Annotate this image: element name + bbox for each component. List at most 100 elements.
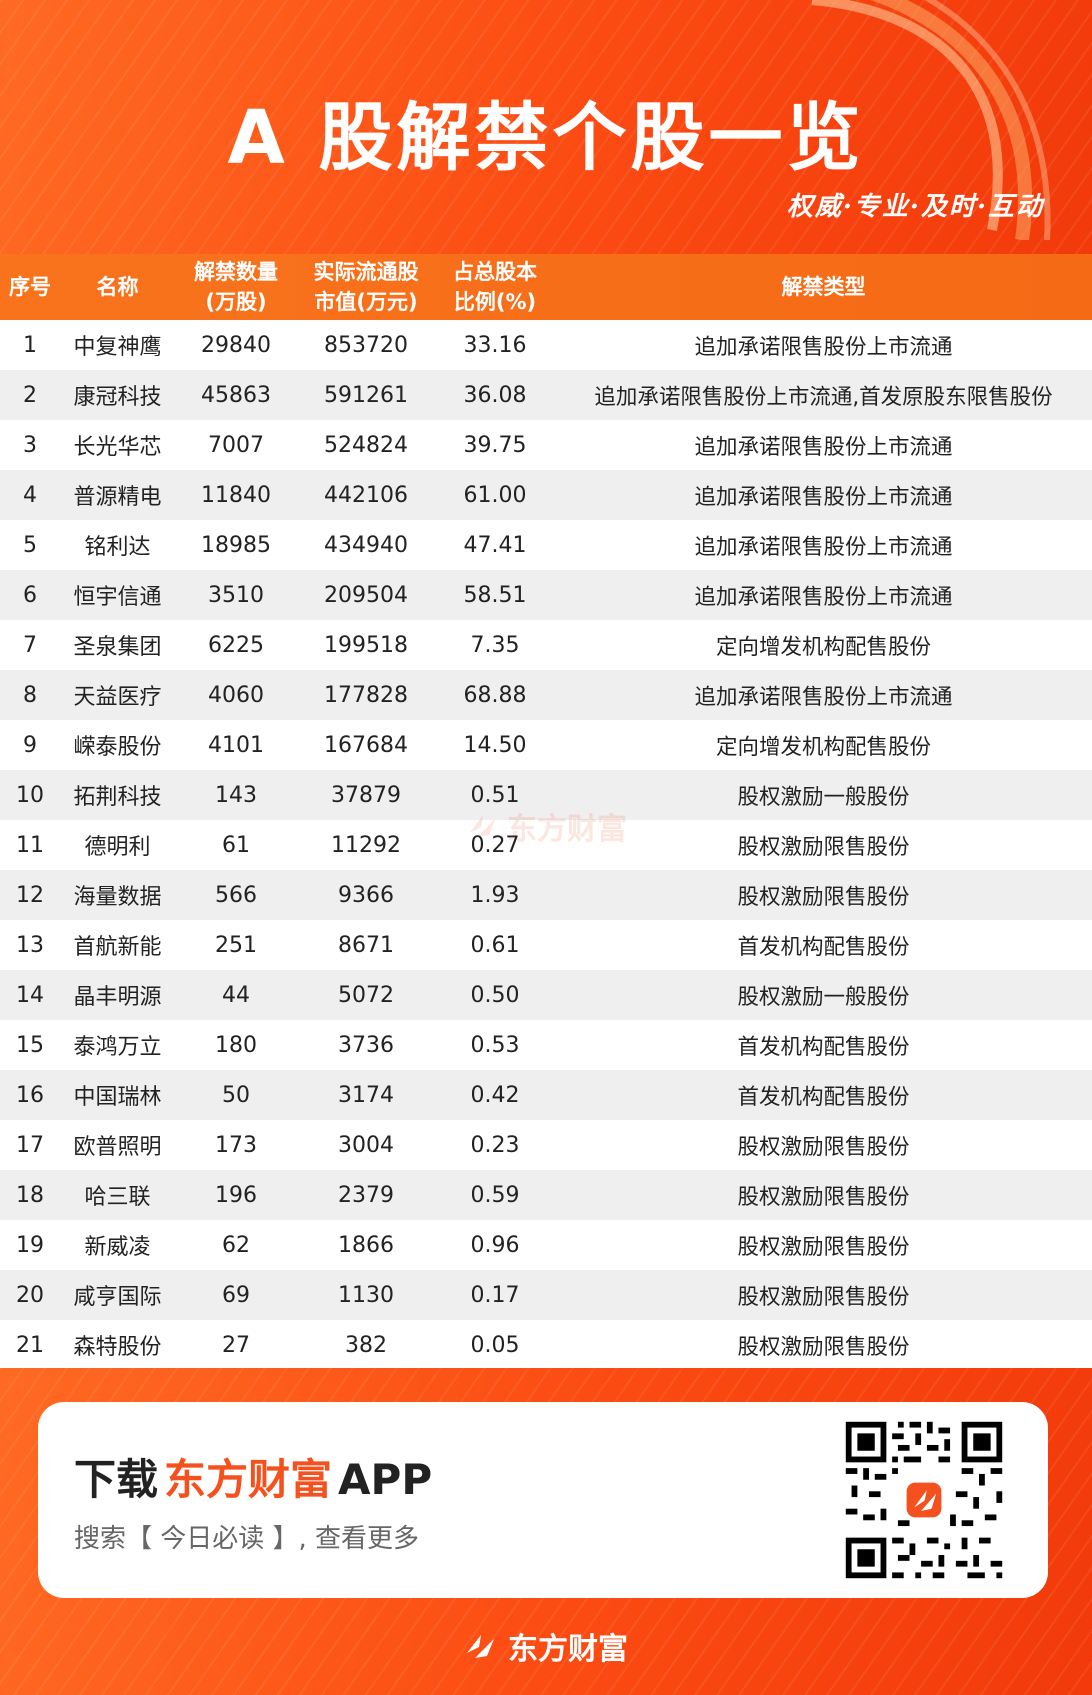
cell-ratio: 0.42 xyxy=(470,1082,520,1108)
cell-type: 追加承诺限售股份上市流通 xyxy=(694,484,953,510)
cell-market-value: 5072 xyxy=(338,982,394,1008)
cell-index: 15 xyxy=(16,1032,44,1058)
footer-logo-text: 东方财富 xyxy=(508,1632,628,1667)
cell-name: 拓荆科技 xyxy=(73,785,162,810)
cell-type: 股权激励限售股份 xyxy=(737,1184,910,1210)
cell-type: 股权激励限售股份 xyxy=(737,884,910,910)
cell-ratio: 47.41 xyxy=(463,532,527,558)
cell-quantity: 143 xyxy=(215,782,257,808)
cell-quantity: 7007 xyxy=(208,432,264,458)
qr-code-icon[interactable] xyxy=(840,1416,1008,1584)
table-row: 2 康冠科技 45863 591261 36.08 追加承诺限售股份上市流通,首… xyxy=(0,370,1092,420)
cell-index: 10 xyxy=(16,782,44,808)
table-row: 4 普源精电 11840 442106 61.00 追加承诺限售股份上市流通 xyxy=(0,470,1092,520)
cell-index: 3 xyxy=(23,432,37,458)
cell-index: 5 xyxy=(23,532,37,558)
cell-index: 20 xyxy=(16,1282,44,1308)
table-row: 8 天益医疗 4060 177828 68.88 追加承诺限售股份上市流通 xyxy=(0,670,1092,720)
cell-type: 首发机构配售股份 xyxy=(737,1034,910,1060)
table-row: 21 森特股份 27 382 0.05 股权激励限售股份 xyxy=(0,1320,1092,1370)
cell-market-value: 3004 xyxy=(338,1132,394,1158)
download-title: 下载 东方财富 APP xyxy=(74,1446,432,1507)
cell-name: 恒宇信通 xyxy=(73,585,162,610)
table-row: 19 新威凌 62 1866 0.96 股权激励限售股份 xyxy=(0,1220,1092,1270)
cell-ratio: 0.05 xyxy=(470,1332,520,1358)
table-row: 5 铭利达 18985 434940 47.41 追加承诺限售股份上市流通 xyxy=(0,520,1092,570)
table-header: 序号 名称 解禁数量 (万股) 实际流通股 市值(万元) 占总股本 比例(%) 解禁类… xyxy=(0,254,1092,320)
cell-ratio: 39.75 xyxy=(463,432,527,458)
cell-name: 泰鸿万立 xyxy=(73,1035,162,1060)
cell-market-value: 591261 xyxy=(324,382,408,408)
cell-quantity: 196 xyxy=(215,1182,257,1208)
cell-quantity: 11840 xyxy=(201,482,271,508)
download-card[interactable]: 下载 东方财富 APP 搜索【 今日必读 】, 查看更多 xyxy=(38,1402,1048,1598)
cell-name: 欧普照明 xyxy=(73,1135,162,1160)
table-row: 12 海量数据 566 9366 1.93 股权激励限售股份 xyxy=(0,870,1092,920)
cell-ratio: 61.00 xyxy=(463,482,527,508)
cell-market-value: 209504 xyxy=(324,582,408,608)
cell-quantity: 44 xyxy=(222,982,250,1008)
table-row: 13 首航新能 251 8671 0.61 首发机构配售股份 xyxy=(0,920,1092,970)
column-header-quantity: 解禁数量 (万股) xyxy=(194,260,278,314)
cell-index: 14 xyxy=(16,982,44,1008)
cell-type: 股权激励限售股份 xyxy=(737,1334,910,1360)
column-header-ratio: 占总股本 比例(%) xyxy=(453,260,537,314)
cell-market-value: 167684 xyxy=(324,732,408,758)
download-suffix: APP xyxy=(338,1455,433,1504)
cell-ratio: 0.59 xyxy=(470,1182,520,1208)
cell-name: 圣泉集团 xyxy=(73,635,162,660)
cell-name: 首航新能 xyxy=(73,935,162,960)
cell-index: 6 xyxy=(23,582,37,608)
cell-type: 股权激励限售股份 xyxy=(737,1234,910,1260)
cell-quantity: 29840 xyxy=(201,332,271,358)
table-row: 1 中复神鹰 29840 853720 33.16 追加承诺限售股份上市流通 xyxy=(0,320,1092,370)
footer-banner: 下载 东方财富 APP 搜索【 今日必读 】, 查看更多 东方财富 xyxy=(0,1368,1092,1695)
cell-market-value: 2379 xyxy=(338,1182,394,1208)
table-row: 15 泰鸿万立 180 3736 0.53 首发机构配售股份 xyxy=(0,1020,1092,1070)
cell-quantity: 27 xyxy=(222,1332,250,1358)
cell-name: 咸亨国际 xyxy=(73,1285,162,1310)
header-banner: A 股解禁个股一览 权威·专业·及时·互动 xyxy=(0,0,1092,254)
cell-name: 中复神鹰 xyxy=(73,335,162,360)
cell-market-value: 442106 xyxy=(324,482,408,508)
cell-name: 普源精电 xyxy=(73,485,162,510)
cell-ratio: 14.50 xyxy=(463,732,527,758)
table-row: 7 圣泉集团 6225 199518 7.35 定向增发机构配售股份 xyxy=(0,620,1092,670)
cell-name: 哈三联 xyxy=(84,1185,151,1210)
cell-quantity: 6225 xyxy=(208,632,264,658)
cell-ratio: 0.96 xyxy=(470,1232,520,1258)
cell-quantity: 4101 xyxy=(208,732,264,758)
cell-type: 追加承诺限售股份上市流通 xyxy=(694,534,953,560)
cell-quantity: 566 xyxy=(215,882,257,908)
cell-ratio: 0.50 xyxy=(470,982,520,1008)
cell-market-value: 8671 xyxy=(338,932,394,958)
cell-ratio: 0.23 xyxy=(470,1132,520,1158)
table-row: 3 长光华芯 7007 524824 39.75 追加承诺限售股份上市流通 xyxy=(0,420,1092,470)
column-header-type: 解禁类型 xyxy=(781,275,866,299)
cell-market-value: 3174 xyxy=(338,1082,394,1108)
cell-quantity: 3510 xyxy=(208,582,264,608)
cell-market-value: 1130 xyxy=(338,1282,394,1308)
cell-type: 定向增发机构配售股份 xyxy=(715,634,931,660)
cell-index: 16 xyxy=(16,1082,44,1108)
cell-type: 首发机构配售股份 xyxy=(737,934,910,960)
cell-index: 7 xyxy=(23,632,37,658)
footer-logo: 东方财富 xyxy=(0,1624,1092,1668)
cell-name: 森特股份 xyxy=(73,1335,162,1360)
cell-type: 首发机构配售股份 xyxy=(737,1084,910,1110)
cell-name: 铭利达 xyxy=(84,535,151,560)
cell-type: 股权激励限售股份 xyxy=(737,1134,910,1160)
table-row: 14 晶丰明源 44 5072 0.50 股权激励一般股份 xyxy=(0,970,1092,1020)
cell-ratio: 1.93 xyxy=(470,882,520,908)
cell-market-value: 524824 xyxy=(324,432,408,458)
cell-ratio: 58.51 xyxy=(463,582,527,608)
cell-market-value: 1866 xyxy=(338,1232,394,1258)
cell-quantity: 4060 xyxy=(208,682,264,708)
column-header-market-value: 实际流通股 市值(万元) xyxy=(313,260,419,314)
cell-index: 19 xyxy=(16,1232,44,1258)
table-row: 20 咸亨国际 69 1130 0.17 股权激励限售股份 xyxy=(0,1270,1092,1320)
cell-market-value: 382 xyxy=(345,1332,387,1358)
cell-index: 21 xyxy=(16,1332,44,1358)
cell-quantity: 173 xyxy=(215,1132,257,1158)
download-prefix: 下载 xyxy=(74,1455,159,1504)
